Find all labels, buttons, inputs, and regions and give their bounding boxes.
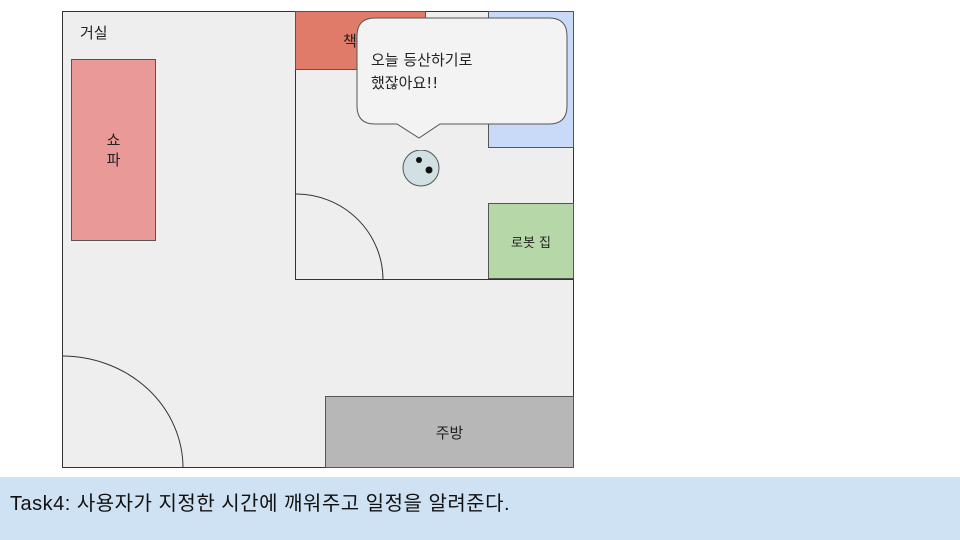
robot-vacuum-icon: [402, 150, 440, 187]
living-room-door-arc: [61, 355, 184, 469]
speech-bubble-text: 오늘 등산하기로 했잖아요!!: [371, 51, 473, 92]
inner-room-door-arc: [295, 193, 384, 281]
task-description: Task4: 사용자가 지정한 시간에 깨워주고 일정을 알려준다.: [10, 493, 511, 515]
